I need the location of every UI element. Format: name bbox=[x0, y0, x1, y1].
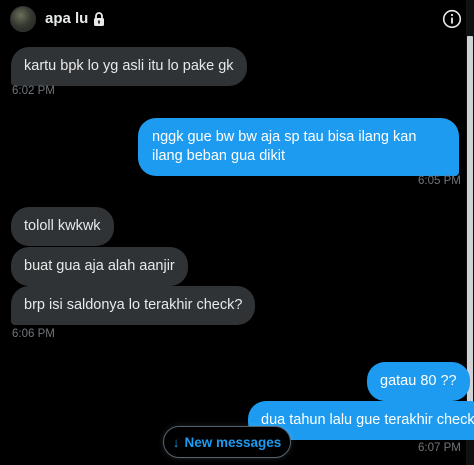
message-incoming[interactable]: tololl kwkwk bbox=[11, 207, 114, 246]
scrollbar[interactable] bbox=[466, 0, 474, 465]
message-text: brp isi saldonya lo terakhir check? bbox=[24, 297, 243, 313]
lock-icon bbox=[94, 11, 105, 26]
info-icon[interactable] bbox=[442, 9, 462, 29]
message-text: kartu bpk lo yg asli itu lo pake gk bbox=[24, 58, 234, 74]
message-incoming[interactable]: brp isi saldonya lo terakhir check? bbox=[11, 286, 256, 325]
avatar[interactable] bbox=[10, 6, 36, 32]
message-incoming[interactable]: buat gua aja alah aanjir bbox=[11, 247, 188, 286]
new-messages-label: New messages bbox=[184, 434, 282, 450]
message-text: buat gua aja alah aanjir bbox=[24, 258, 175, 274]
message-timestamp: 6:02 PM bbox=[12, 85, 55, 97]
message-timestamp: 6:07 PM bbox=[418, 442, 461, 454]
conversation-header: apa lu bbox=[0, 0, 474, 38]
message-text: nggk gue bw bw aja sp tau bisa ilang kan… bbox=[152, 129, 417, 164]
new-messages-button[interactable]: ↓ New messages bbox=[163, 426, 291, 458]
arrow-down-icon: ↓ bbox=[172, 434, 180, 450]
conversation-name: apa lu bbox=[45, 10, 89, 27]
message-text: gatau 80 ?? bbox=[380, 373, 457, 389]
message-text: dua tahun lalu gue terakhir check bbox=[261, 412, 474, 428]
message-text: tololl kwkwk bbox=[24, 218, 101, 234]
message-timestamp: 6:06 PM bbox=[12, 328, 55, 340]
message-incoming[interactable]: kartu bpk lo yg asli itu lo pake gk bbox=[11, 47, 247, 86]
conversation-title[interactable]: apa lu bbox=[45, 10, 105, 27]
message-timestamp: 6:05 PM bbox=[418, 175, 461, 187]
message-outgoing[interactable]: gatau 80 ?? bbox=[367, 362, 470, 401]
message-outgoing[interactable]: nggk gue bw bw aja sp tau bisa ilang kan… bbox=[138, 118, 459, 176]
